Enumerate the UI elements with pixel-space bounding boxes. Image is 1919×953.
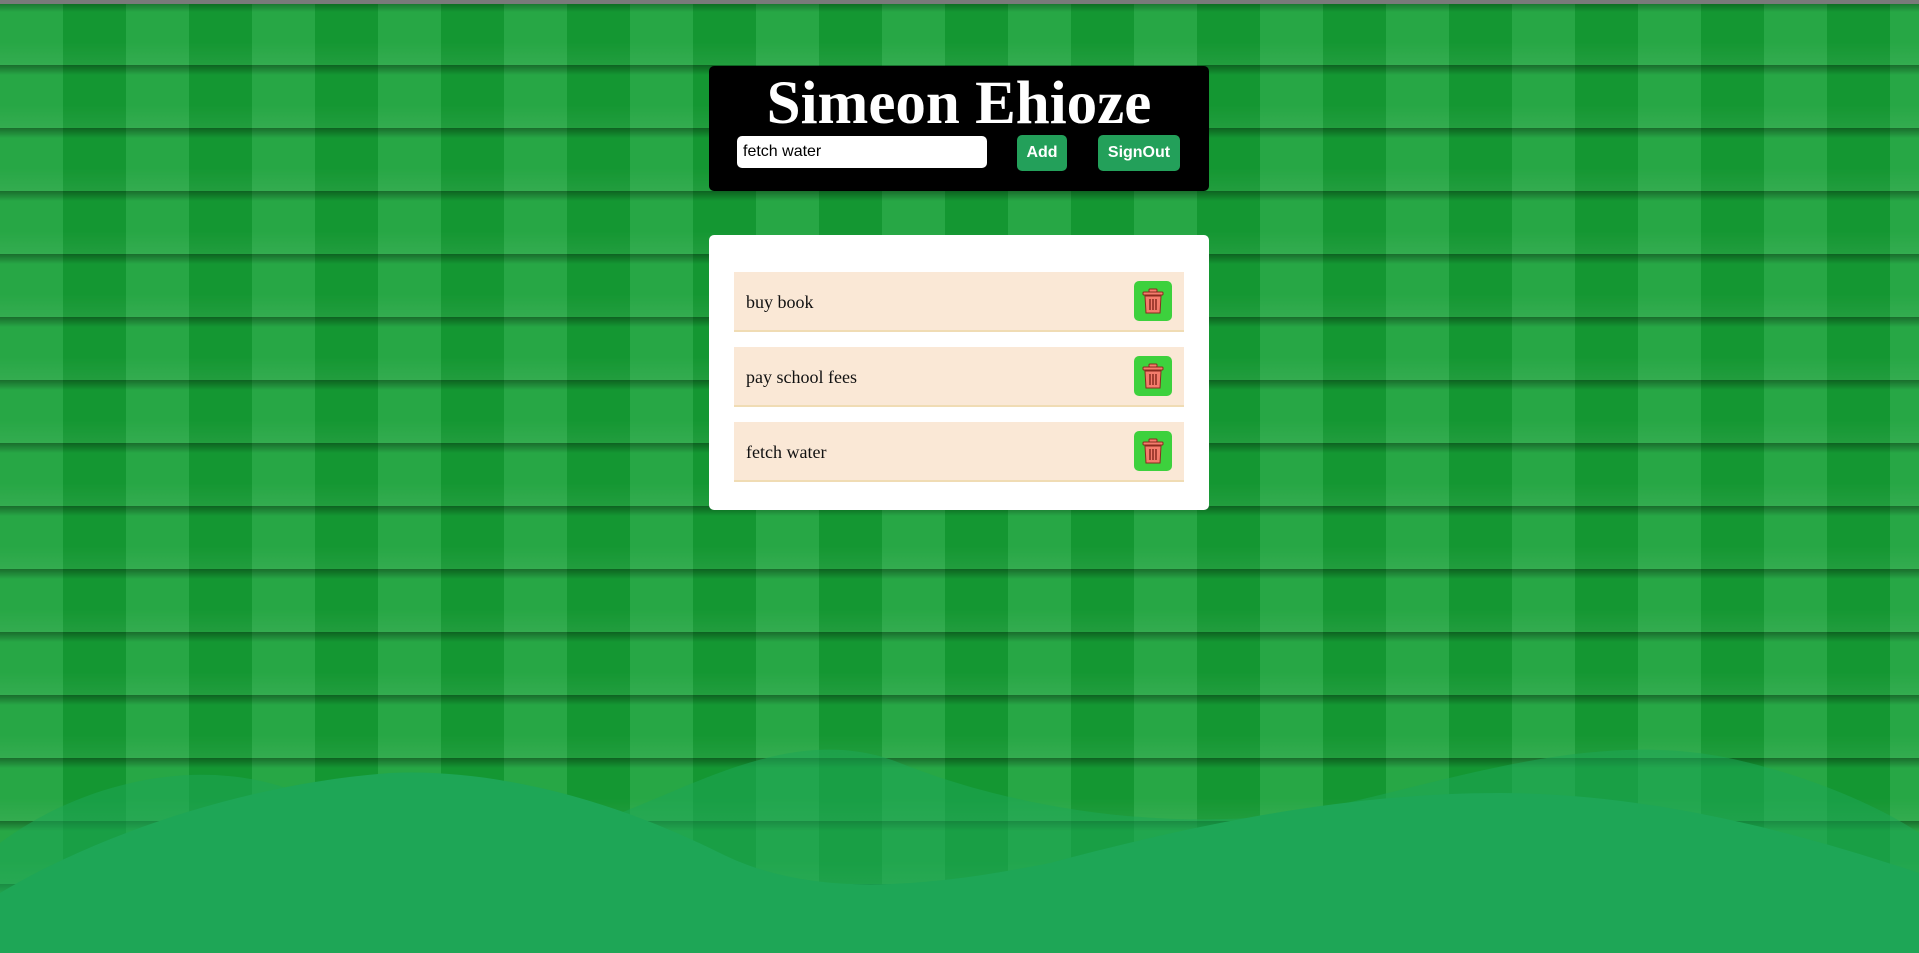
page-background: { "header": { "title": "Simeon Ehioze", … [0, 0, 1919, 953]
trash-icon [1142, 288, 1164, 314]
trash-icon [1142, 363, 1164, 389]
todo-text: pay school fees [746, 367, 857, 387]
list-item: pay school fees [734, 347, 1184, 407]
top-border [0, 0, 1919, 4]
todo-list: buy book pay school fees fetch water [709, 235, 1209, 510]
todo-input[interactable] [737, 136, 987, 168]
list-item: fetch water [734, 422, 1184, 482]
trash-icon [1142, 438, 1164, 464]
page-title: Simeon Ehioze [766, 70, 1152, 137]
delete-button[interactable] [1134, 431, 1172, 471]
delete-button[interactable] [1134, 281, 1172, 321]
todo-text: fetch water [746, 442, 827, 462]
add-button[interactable]: Add [1017, 135, 1067, 171]
delete-button[interactable] [1134, 356, 1172, 396]
signout-button[interactable]: SignOut [1098, 135, 1180, 171]
list-item: buy book [734, 272, 1184, 332]
header-panel: Simeon Ehioze Add SignOut [709, 66, 1209, 191]
todo-text: buy book [746, 292, 814, 312]
hills-decoration [0, 749, 1919, 953]
